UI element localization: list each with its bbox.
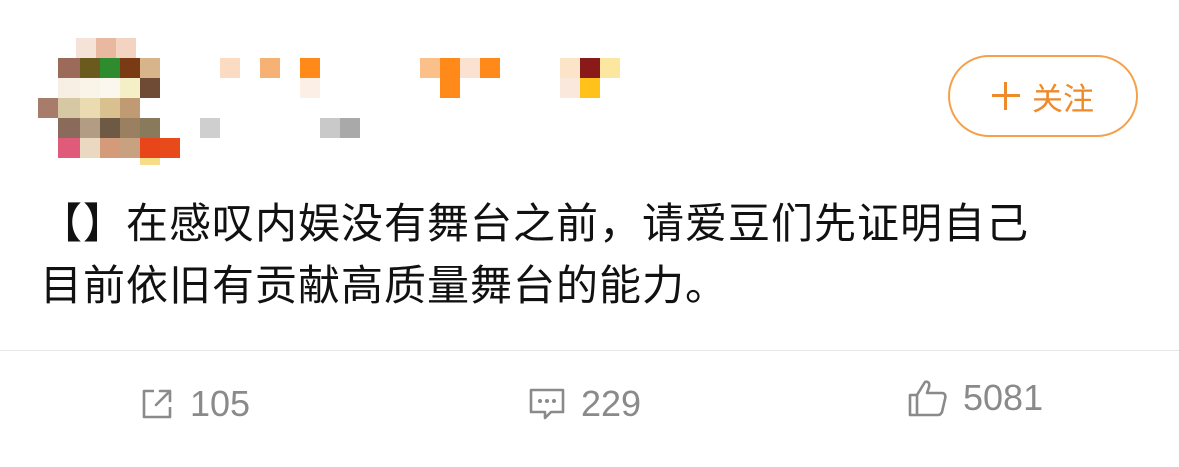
post-text-line-1: 【】在感叹内娱没有舞台之前，请爱豆们先证明自己 [40, 199, 1030, 248]
comment-button[interactable]: 229 [527, 374, 641, 434]
share-icon [142, 389, 172, 419]
repost-count: 105 [190, 383, 251, 424]
post-text: 【】在感叹内娱没有舞台之前，请爱豆们先证明自己 目前依旧有贡献高质量舞台的能力。 [40, 193, 1140, 317]
avatar[interactable] [38, 30, 183, 165]
divider [0, 350, 1179, 351]
follow-button-label: 关注 [1032, 81, 1094, 118]
repost-button[interactable]: 105 [138, 374, 250, 434]
username[interactable] [198, 54, 628, 144]
comment-count: 229 [581, 383, 642, 424]
like-count: 5081 [963, 377, 1044, 418]
follow-button[interactable]: 关注 [948, 55, 1138, 137]
post-text-line-2: 目前依旧有贡献高质量舞台的能力。 [40, 261, 729, 310]
comment-icon [529, 388, 565, 420]
like-button[interactable]: 5081 [907, 368, 1043, 428]
plus-icon [992, 82, 1020, 110]
thumbs-up-icon [908, 380, 947, 417]
